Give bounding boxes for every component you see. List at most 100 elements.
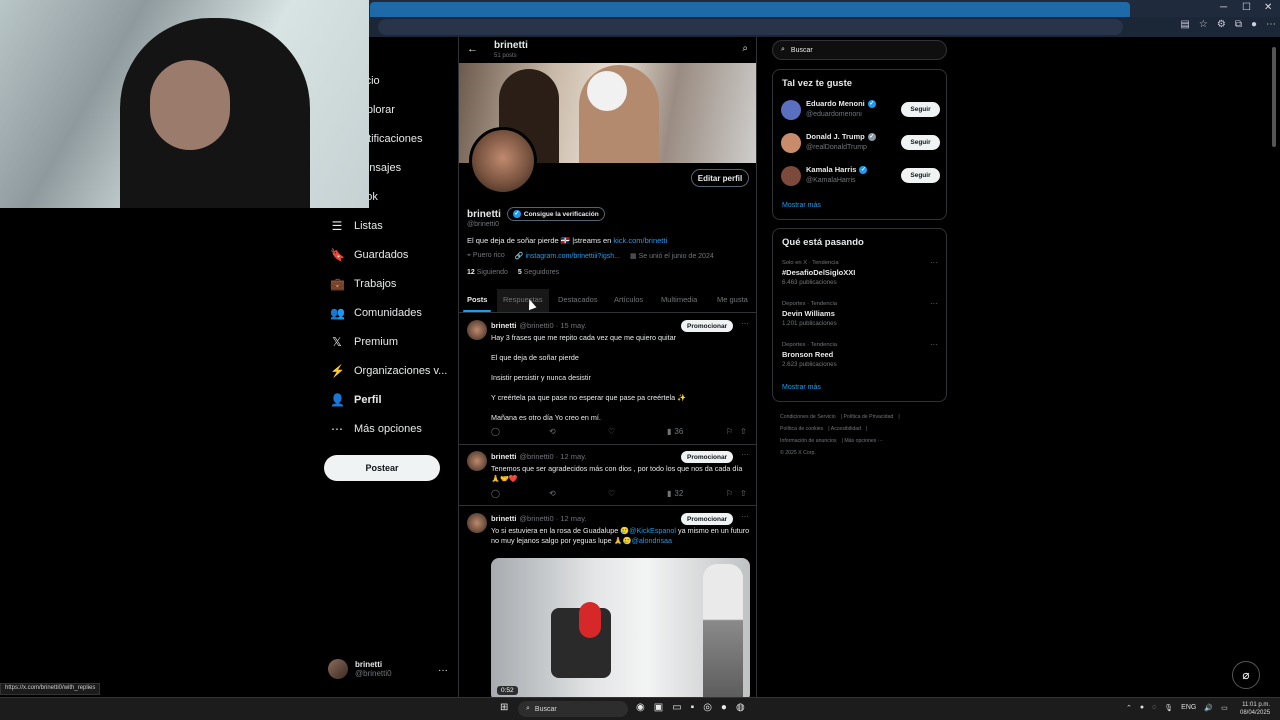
avatar[interactable]	[467, 513, 487, 533]
more-icon[interactable]: ···	[930, 340, 938, 349]
spotify-tray-icon[interactable]: ●	[1140, 704, 1144, 712]
more-icon[interactable]: ···	[930, 258, 938, 267]
star-icon[interactable]: ☆	[1199, 19, 1208, 30]
scrollbar[interactable]	[1270, 37, 1278, 697]
sidebar-item-organizaciones[interactable]: ⚡ Organizaciones v...	[330, 361, 447, 381]
trend-item[interactable]: Solo en X · Tendencia #DesafioDelSigloXX…	[782, 258, 942, 286]
like-icon[interactable]: ♡	[608, 427, 615, 436]
retweet-icon[interactable]: ⟲	[549, 489, 556, 498]
mic-icon[interactable]: 🎙	[1164, 704, 1173, 712]
extensions-icon[interactable]: ⚙	[1217, 19, 1226, 30]
show-more-link[interactable]: Mostrar más	[782, 202, 821, 209]
tab-destacados[interactable]: Destacados	[558, 295, 598, 304]
collections-icon[interactable]: ⧉	[1235, 19, 1242, 30]
more-icon[interactable]: ···	[930, 299, 938, 308]
more-icon[interactable]: ···	[741, 512, 749, 521]
close-window-button[interactable]: ✕	[1264, 2, 1272, 13]
edge-icon[interactable]: ◉	[636, 702, 645, 713]
edit-profile-button[interactable]: Editar perfil	[691, 169, 749, 187]
terminal-icon[interactable]: ▪	[691, 702, 695, 713]
back-arrow-icon[interactable]: ←	[467, 43, 478, 55]
sidebar-item-perfil[interactable]: 👤 Perfil	[330, 390, 382, 410]
reply-icon[interactable]: ◯	[491, 427, 500, 436]
chrome-icon[interactable]: ◎	[703, 702, 712, 713]
address-bar[interactable]	[378, 19, 1123, 35]
tweet[interactable]: brinetti @brinetti0 · 12 may. Promocionar…	[459, 507, 756, 697]
clock[interactable]: 11:01 p.m. 08/04/2025	[1240, 701, 1270, 717]
avatar[interactable]	[467, 320, 487, 340]
sidebar-item-listas[interactable]: ☰ Listas	[330, 216, 383, 236]
views-icon[interactable]: ▮ 32	[667, 489, 683, 498]
promote-button[interactable]: Promocionar	[681, 451, 734, 463]
get-verified-button[interactable]: ✓ Consigue la verificación	[506, 207, 605, 221]
chevron-up-icon[interactable]: ⌃	[1126, 704, 1132, 712]
following-link[interactable]: 12 Siguiendo	[467, 269, 508, 276]
follow-button[interactable]: Seguir	[901, 168, 940, 183]
avatar[interactable]	[467, 451, 487, 471]
share-icon[interactable]: ⇧	[740, 427, 747, 436]
website-link[interactable]: instagram.com/brinettiii?igsh...	[525, 253, 620, 260]
post-button[interactable]: Postear	[324, 455, 440, 481]
tab-respuestas[interactable]: Respuestas	[503, 295, 543, 304]
folder-icon[interactable]: ▭	[672, 702, 681, 713]
promote-button[interactable]: Promocionar	[681, 320, 734, 332]
suggestion-item[interactable]: Kamala Harris ✓ @KamalaHarris Seguir	[781, 164, 941, 188]
minimize-button[interactable]: ─	[1220, 2, 1227, 13]
sidebar-item-comunidades[interactable]: 👥 Comunidades	[330, 303, 422, 323]
app-tray-icon[interactable]: ◌	[1152, 704, 1156, 712]
more-icon[interactable]: ···	[741, 319, 749, 328]
taskbar-search[interactable]: ⌕ Buscar	[518, 701, 628, 717]
show-more-trends-link[interactable]: Mostrar más	[782, 384, 821, 391]
bookmark-icon[interactable]: ⚐	[726, 427, 733, 436]
sidebar-item-premium[interactable]: 𝕏 Premium	[330, 332, 398, 352]
tab-multimedia[interactable]: Multimedia	[661, 295, 697, 304]
spotify-icon[interactable]: ●	[721, 702, 727, 713]
language-indicator[interactable]: ENG	[1181, 704, 1196, 712]
share-icon[interactable]: ⇧	[740, 489, 747, 498]
bio-link[interactable]: kick.com/brinetti	[613, 236, 667, 245]
promote-button[interactable]: Promocionar	[681, 513, 734, 525]
maximize-button[interactable]: ☐	[1242, 2, 1251, 13]
menu-icon[interactable]: ⋯	[1266, 19, 1276, 30]
followers-link[interactable]: 5 Seguidores	[518, 269, 559, 276]
tweet-video[interactable]: 0:52	[491, 558, 750, 697]
grok-icon[interactable]: ⌀	[1232, 661, 1260, 689]
suggestion-item[interactable]: Eduardo Menoni ✓ @eduardomenoni Seguir	[781, 98, 941, 122]
profile-avatar[interactable]	[469, 127, 537, 195]
windows-start-icon[interactable]: ⊞	[500, 702, 508, 713]
profile-icon[interactable]: ●	[1251, 19, 1257, 30]
list-icon: ☰	[331, 219, 343, 233]
follow-button[interactable]: Seguir	[901, 135, 940, 150]
bookmark-icon[interactable]: ⚐	[726, 489, 733, 498]
tab-articulos[interactable]: Artículos	[614, 295, 643, 304]
follow-button[interactable]: Seguir	[901, 102, 940, 117]
mention-link[interactable]: @KickEspanol	[629, 526, 676, 535]
discord-icon[interactable]: ◍	[736, 702, 745, 713]
tweet[interactable]: brinetti @brinetti0 · 12 may. Promocionar…	[459, 445, 756, 506]
scrollbar-thumb[interactable]	[1272, 47, 1276, 147]
search-icon[interactable]: ⌕	[742, 43, 748, 54]
account-switcher[interactable]: brinetti @brinetti0	[328, 659, 392, 679]
store-icon[interactable]: ▣	[654, 702, 663, 713]
trend-item[interactable]: Deportes · Tendencia Devin Williams 1.20…	[782, 299, 942, 327]
views-icon[interactable]: ▮ 36	[667, 427, 683, 436]
retweet-icon[interactable]: ⟲	[549, 427, 556, 436]
sidebar-item-trabajos[interactable]: 💼 Trabajos	[330, 274, 396, 294]
tweet[interactable]: brinetti @brinetti0 · 15 may. Promocionar…	[459, 314, 756, 445]
mention-link[interactable]: @alondrisaa	[632, 536, 672, 545]
more-icon[interactable]: ···	[741, 450, 749, 459]
battery-icon[interactable]: ▭	[1221, 704, 1228, 712]
sidebar-item-mas-opciones[interactable]: ⋯ Más opciones	[330, 419, 422, 439]
tab-posts[interactable]: Posts	[467, 295, 487, 304]
reply-icon[interactable]: ◯	[491, 489, 500, 498]
search-input[interactable]: ⌕ Buscar	[772, 40, 947, 60]
volume-icon[interactable]: 🔊	[1204, 704, 1213, 712]
reader-icon[interactable]: ▤	[1180, 19, 1189, 30]
like-icon[interactable]: ♡	[608, 489, 615, 498]
account-more-icon[interactable]: ···	[438, 665, 448, 676]
who-to-follow-card: Tal vez te guste Eduardo Menoni ✓ @eduard…	[772, 69, 947, 220]
sidebar-item-guardados[interactable]: 🔖 Guardados	[330, 245, 408, 265]
suggestion-item[interactable]: Donald J. Trump ✓ @realDonaldTrump Seguir	[781, 131, 941, 155]
trend-item[interactable]: Deportes · Tendencia Bronson Reed 2.623 …	[782, 340, 942, 368]
tab-me-gusta[interactable]: Me gusta	[717, 295, 748, 304]
